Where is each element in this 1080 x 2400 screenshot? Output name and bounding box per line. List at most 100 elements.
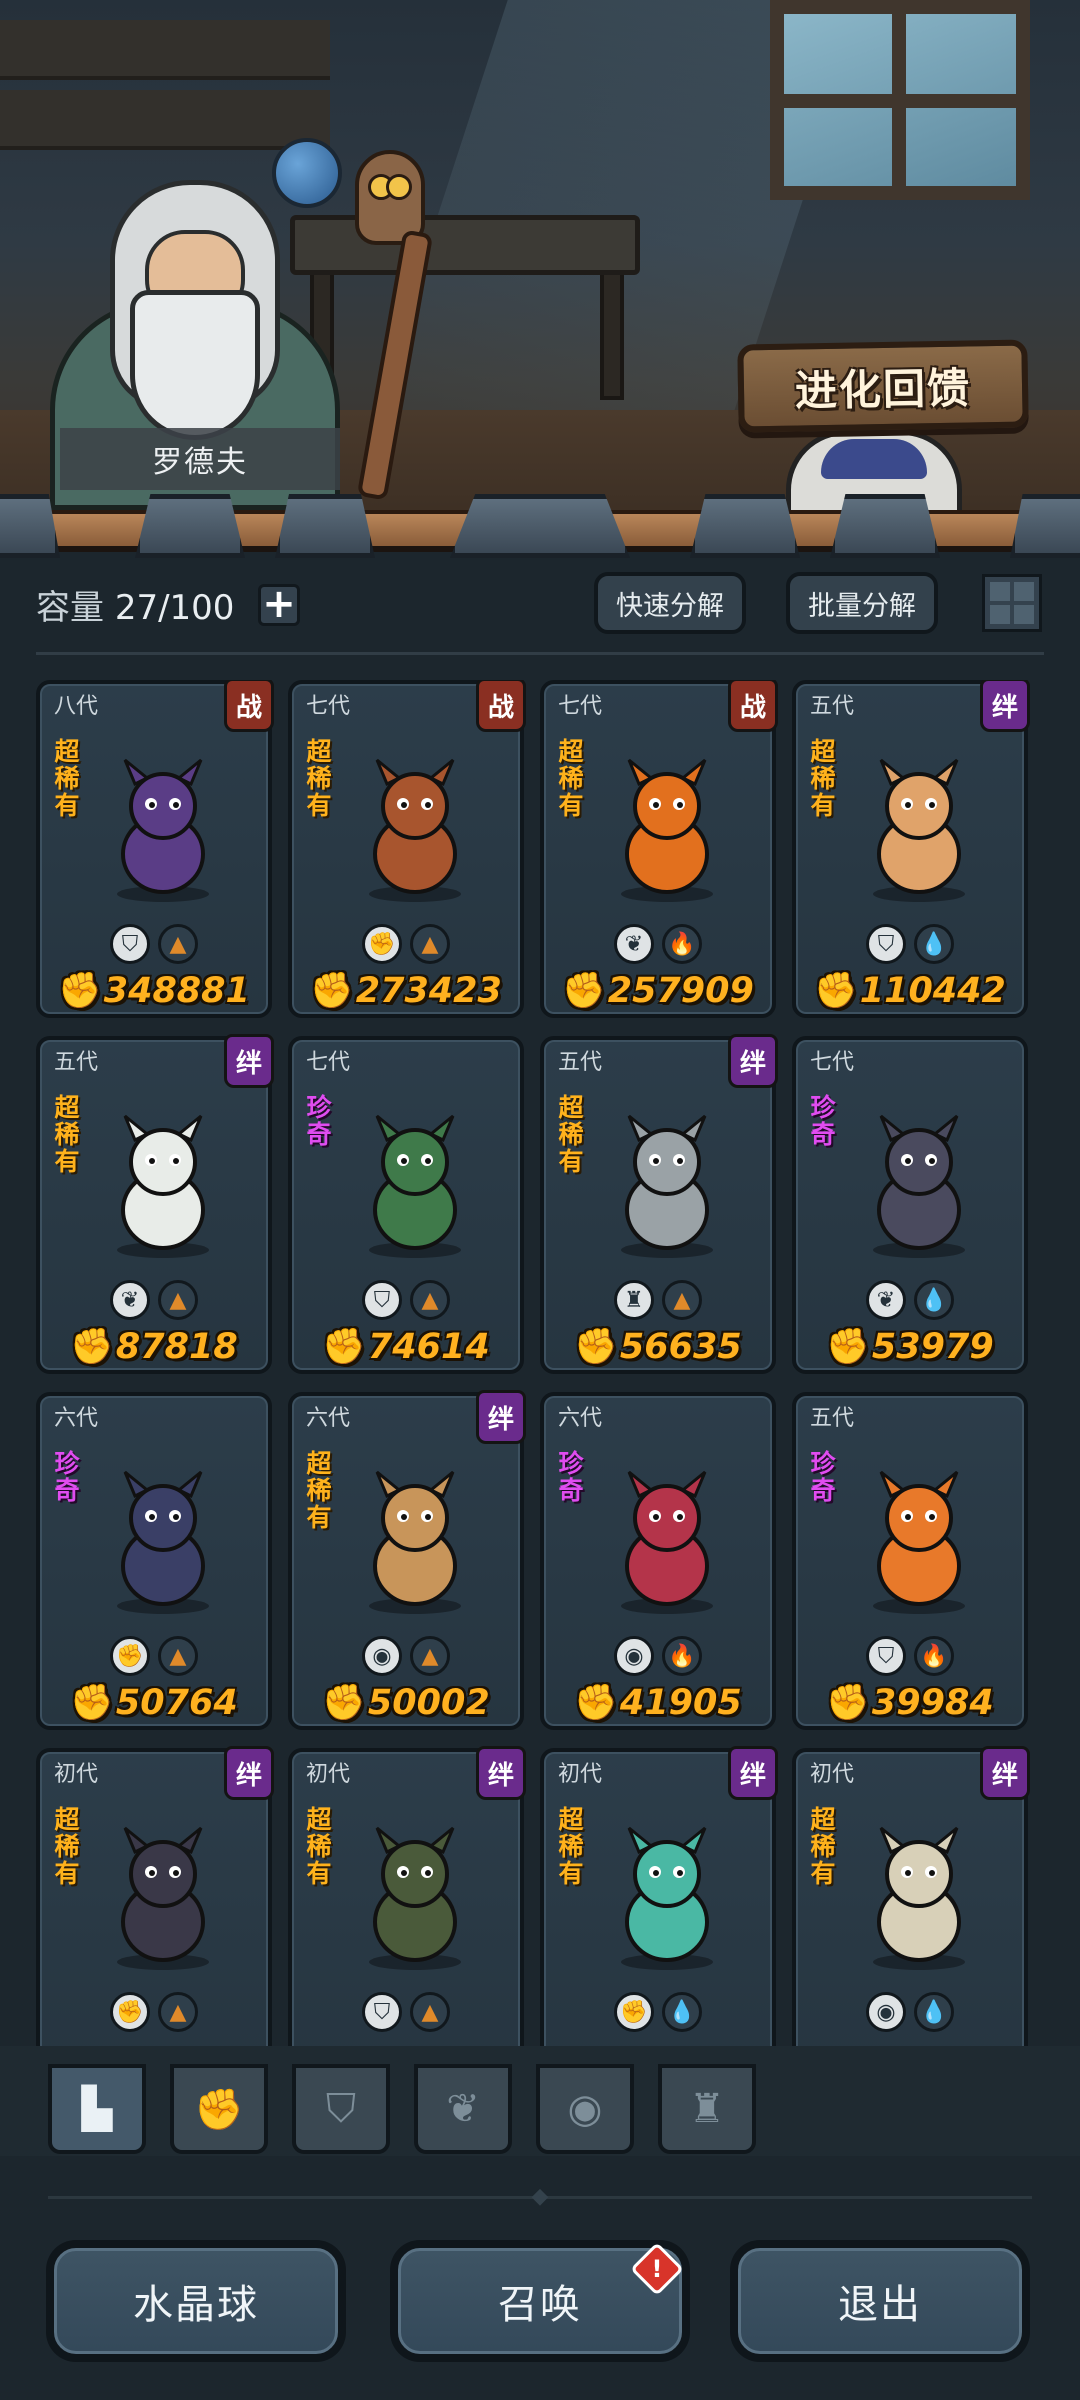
power-icon: ✊ [310, 971, 354, 1011]
power-value: ✊41905 [574, 1683, 742, 1723]
monster-card[interactable]: 六代 珍奇 ✊ ▲ ✊50764 [36, 1392, 272, 1730]
bond-tag-badge: 绊 [476, 1390, 526, 1444]
filter-tab-shield[interactable]: ⛉ [292, 2064, 390, 2154]
quick-decompose-button[interactable]: 快速分解 [594, 572, 746, 634]
monster-card[interactable]: 五代 珍奇 ⛉ 🔥 ✊39984 [792, 1392, 1028, 1730]
capacity-label: 容量 27/100 [36, 580, 234, 629]
monster-card[interactable]: 八代 战超稀有 ⛉ ▲ ✊348881 [36, 680, 274, 1018]
monster-portrait [95, 1110, 231, 1260]
monster-card[interactable]: 五代 绊超稀有 ❦ ▲ ✊87818 [36, 1034, 274, 1374]
bond-tag-badge: 绊 [980, 680, 1030, 732]
alien-icon: ◉ [362, 1636, 402, 1676]
exit-button[interactable]: 退出 [730, 2240, 1030, 2362]
bond-tag-badge: 绊 [476, 1746, 526, 1800]
shield-icon: ⛉ [362, 1280, 402, 1320]
attribute-icons: ◉ 💧 [796, 1992, 1024, 2032]
alien-icon: ◉ [614, 1636, 654, 1676]
power-value: ✊257909 [562, 971, 754, 1011]
monster-portrait [599, 1822, 735, 1972]
water-icon: 💧 [914, 1992, 954, 2032]
filter-tab-fist[interactable]: ✊ [170, 2064, 268, 2154]
attribute-icons: ◉ 🔥 [544, 1636, 772, 1676]
grid-view-icon[interactable] [982, 574, 1042, 632]
fire-icon: 🔥 [914, 1636, 954, 1676]
power-icon: ✊ [58, 971, 102, 1011]
evolve-reward-label: 进化回馈 [794, 362, 972, 416]
attribute-icons: ❦ 🔥 [544, 924, 772, 964]
wall-plank [0, 20, 330, 80]
monster-portrait [95, 1822, 231, 1972]
leaf-icon: ❦ [866, 1280, 906, 1320]
bond-tag-badge: 绊 [224, 1034, 274, 1088]
water-icon: 💧 [914, 924, 954, 964]
batch-decompose-button[interactable]: 批量分解 [786, 572, 938, 634]
bond-tag-badge: 绊 [728, 1034, 778, 1088]
rarity-label: 珍奇 [306, 1093, 332, 1149]
monster-card[interactable]: 初代 绊超稀有 ✊ 💧 [540, 1746, 778, 2046]
rarity-label: 超稀有 [306, 737, 332, 820]
shield-icon: ⛉ [866, 924, 906, 964]
attribute-icons: ⛉ ▲ [292, 1280, 520, 1320]
war-tag-badge: 战 [728, 680, 778, 732]
monster-grid[interactable]: 八代战超稀有 ⛉ ▲ ✊348881 七代战超稀有 ✊ ▲ ✊273423 七代战超稀有 ❦ 🔥 ✊2… [36, 680, 1046, 2046]
rarity-label: 超稀有 [54, 737, 80, 820]
monster-card[interactable]: 七代 珍奇 ⛉ ▲ ✊74614 [288, 1036, 524, 1374]
filter-tab-tower[interactable]: ♜ [658, 2064, 756, 2154]
attribute-icons: ❦ 💧 [796, 1280, 1024, 1320]
attribute-icons: ⛉ 💧 [796, 924, 1024, 964]
npc-name: 罗德夫 [60, 428, 340, 490]
monster-card[interactable]: 七代 珍奇 ❦ 💧 ✊53979 [792, 1036, 1028, 1374]
monster-card[interactable]: 七代 战超稀有 ❦ 🔥 ✊257909 [540, 680, 778, 1018]
monster-card[interactable]: 五代 绊超稀有 ⛉ 💧 ✊110442 [792, 680, 1030, 1018]
generation-label: 八代 [54, 694, 99, 719]
filter-tab-leaf[interactable]: ❦ [414, 2064, 512, 2154]
generation-label: 五代 [54, 1050, 99, 1075]
tower-icon: ♜ [689, 2086, 725, 2132]
monster-card[interactable]: 六代 珍奇 ◉ 🔥 ✊41905 [540, 1392, 776, 1730]
alien-icon: ◉ [567, 2086, 603, 2132]
generation-label: 六代 [558, 1406, 603, 1431]
generation-label: 六代 [54, 1406, 99, 1431]
monster-portrait [347, 1110, 483, 1260]
monster-card[interactable]: 初代 绊超稀有 ⛉ ▲ [288, 1746, 526, 2046]
monster-card[interactable]: 五代 绊超稀有 ♜ ▲ ✊56635 [540, 1034, 778, 1374]
war-tag-badge: 战 [476, 680, 526, 732]
monster-card[interactable]: 初代 绊超稀有 ✊ ▲ [36, 1746, 274, 2046]
evolve-reward-button[interactable]: 进化回馈 [737, 339, 1029, 433]
generation-label: 初代 [54, 1762, 99, 1787]
generation-label: 五代 [810, 694, 855, 719]
plus-icon[interactable]: + [258, 584, 300, 626]
monster-card[interactable]: 七代战超稀有 ✊ ▲ ✊273423 [288, 680, 526, 1018]
power-icon: ✊ [814, 971, 858, 1011]
monster-card[interactable]: 初代 绊超稀有 ◉ 💧 [792, 1746, 1030, 2046]
power-value: ✊87818 [70, 1327, 238, 1367]
crystal-ball-button[interactable]: 水晶球 [46, 2240, 346, 2362]
power-icon: ✊ [562, 971, 606, 1011]
water-icon: 💧 [662, 1992, 702, 2032]
filter-tab-alien[interactable]: ◉ [536, 2064, 634, 2154]
fist-icon: ✊ [614, 1992, 654, 2032]
wall-plank [0, 90, 330, 150]
fire-icon: 🔥 [662, 1636, 702, 1676]
rarity-label: 超稀有 [558, 737, 584, 820]
rarity-label: 超稀有 [558, 1093, 584, 1176]
attribute-icons: ⛉ 🔥 [796, 1636, 1024, 1676]
desk [290, 215, 640, 275]
monster-portrait [599, 1466, 735, 1616]
fist-icon: ✊ [362, 924, 402, 964]
power-value: ✊273423 [310, 971, 502, 1011]
exit-label: 退出 [738, 2248, 1022, 2354]
generation-label: 七代 [306, 694, 351, 719]
bond-tag-badge: 绊 [224, 1746, 274, 1800]
filter-tab-all[interactable]: ▙ [48, 2064, 146, 2154]
attribute-icons: ◉ ▲ [292, 1636, 520, 1676]
bond-tag-badge: 绊 [980, 1746, 1030, 1800]
shield-icon: ⛉ [866, 1636, 906, 1676]
monster-portrait [347, 754, 483, 904]
monster-portrait [95, 754, 231, 904]
power-value: ✊50764 [70, 1683, 238, 1723]
monster-card[interactable]: 六代 绊超稀有 ◉ ▲ ✊50002 [288, 1390, 526, 1730]
monster-portrait [347, 1822, 483, 1972]
shield-icon: ⛉ [362, 1992, 402, 2032]
rarity-label: 珍奇 [54, 1449, 80, 1505]
